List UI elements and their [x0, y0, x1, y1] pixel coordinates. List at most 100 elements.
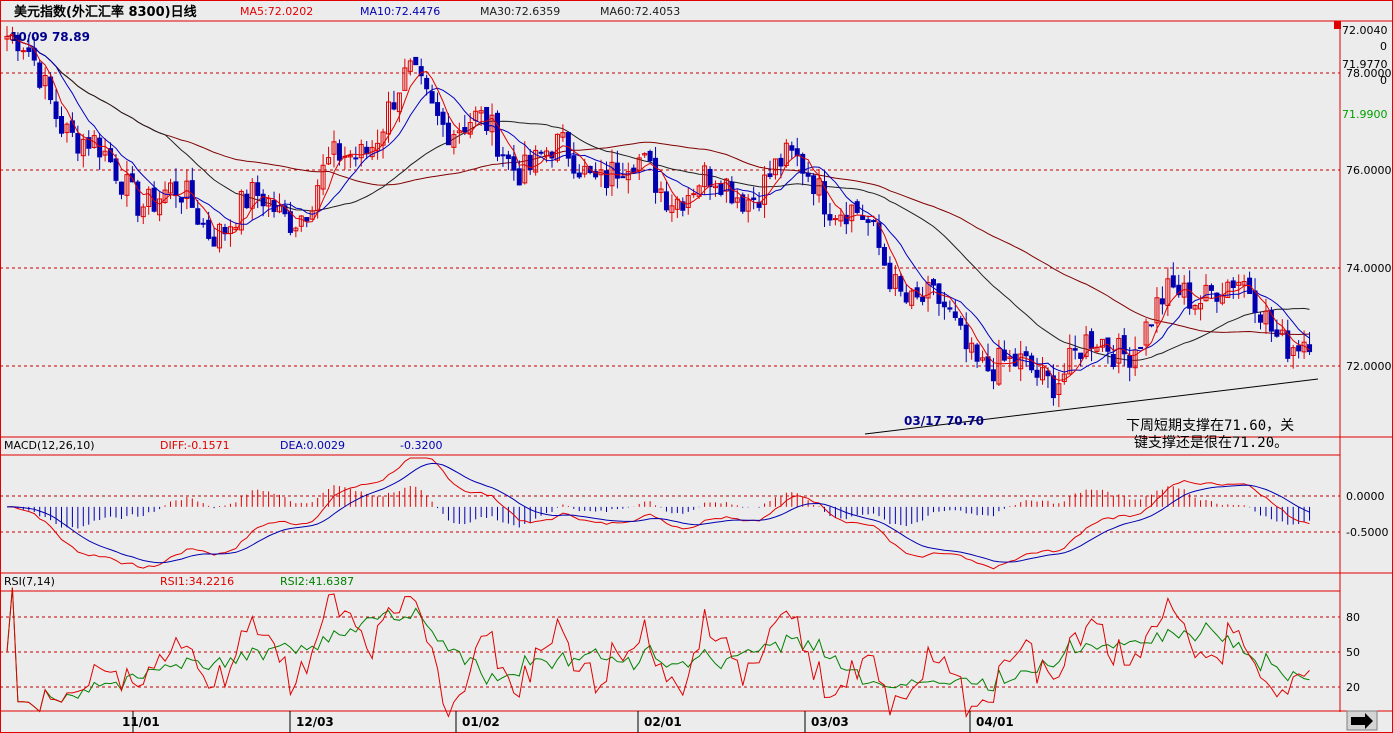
annotation-line-1: 下周短期支撑在71.60，关	[1126, 418, 1294, 434]
candle-down	[59, 115, 64, 134]
candle-down	[118, 181, 124, 195]
candle-down	[898, 276, 904, 292]
macd-value: -0.3200	[400, 439, 442, 452]
candle-down	[620, 176, 626, 179]
top-label-5: 71.9900	[1342, 108, 1388, 121]
candle-down	[647, 150, 653, 162]
candle-down	[200, 222, 206, 225]
candle-down	[767, 173, 773, 177]
candle-down	[1023, 351, 1029, 357]
candle-down	[1274, 329, 1280, 337]
candle-down	[413, 56, 419, 66]
candle-down	[538, 151, 544, 154]
candle-down	[462, 127, 468, 133]
candle-down	[97, 137, 103, 158]
candle-down	[1110, 353, 1116, 367]
candle-down	[1050, 375, 1056, 399]
candle-down	[990, 369, 996, 382]
candle-down	[511, 156, 517, 171]
candle-down	[1089, 331, 1095, 349]
x-label-1203: 12/03	[296, 715, 334, 729]
candle-down	[653, 157, 659, 193]
candle-down	[206, 219, 212, 239]
candle-down	[1258, 314, 1263, 323]
candle-down	[211, 236, 217, 247]
candle-down	[887, 262, 893, 290]
scroll-right-button[interactable]	[1346, 710, 1378, 731]
candle-down	[941, 301, 947, 308]
candle-down	[663, 191, 669, 211]
candle-down	[271, 199, 277, 212]
top-label-3: 71.9770	[1342, 58, 1388, 71]
candle-down	[505, 154, 511, 160]
candle-down	[974, 344, 980, 362]
candle-down	[500, 154, 506, 157]
candle-down	[445, 122, 451, 146]
candle-down	[195, 208, 201, 225]
candle-down	[985, 356, 991, 372]
candle-down	[1230, 280, 1236, 289]
ma10-label: MA10:72.4476	[360, 5, 440, 18]
candle-down	[707, 168, 713, 188]
high-label: 10/09 78.89	[10, 30, 90, 44]
macd-tick-neg05: -0.5000	[1346, 526, 1388, 539]
candle-down	[571, 155, 577, 174]
macd-tick-0: 0.0000	[1346, 490, 1385, 503]
candle-down	[1078, 352, 1084, 359]
candle-down	[287, 211, 293, 233]
top-label-4: 0	[1380, 74, 1387, 87]
candle-down	[604, 170, 609, 189]
macd-dea: DEA:0.0029	[280, 439, 345, 452]
chart-canvas: 美元指数(外汇汇率 8300)日线 MA5:72.0202 MA10:72.44…	[0, 0, 1393, 733]
rsi1-label: RSI1:34.2216	[160, 575, 234, 588]
candle-down	[952, 311, 958, 318]
candle-down	[729, 181, 735, 204]
candle-down	[26, 47, 32, 53]
ma60-label: MA60:72.4053	[600, 5, 680, 18]
y-tick-72: 72.0000	[1346, 360, 1392, 373]
candle-down	[336, 143, 342, 161]
candle-down	[391, 102, 397, 110]
candle-down	[424, 77, 430, 90]
candle-down	[178, 197, 184, 203]
y-tick-74: 74.0000	[1346, 262, 1392, 275]
candle-down	[1296, 345, 1302, 352]
candle-down	[1252, 290, 1258, 313]
macd-diff: DIFF:-0.1571	[160, 439, 230, 452]
rsi-tick-80: 80	[1346, 611, 1360, 624]
candle-down	[304, 217, 310, 222]
x-label-1101: 11/01	[122, 715, 160, 729]
candle-down	[1149, 324, 1154, 327]
candle-down	[75, 132, 81, 154]
rsi-tick-20: 20	[1346, 681, 1360, 694]
x-label-0401: 04/01	[976, 715, 1014, 729]
candle-down	[435, 102, 441, 116]
candle-down	[963, 324, 969, 350]
candle-down	[1138, 346, 1144, 349]
candle-down	[53, 101, 59, 120]
candle-down	[920, 296, 926, 302]
chart-title: 美元指数(外汇汇率 8300)日线	[14, 4, 197, 20]
candle-down	[1170, 275, 1176, 288]
annotation-line-2: 键支撑还是很在71.20。	[1134, 435, 1288, 451]
candle-down	[881, 247, 887, 266]
marker-red-square	[1334, 21, 1341, 29]
candle-up	[20, 50, 26, 53]
x-label-0201: 02/01	[644, 715, 682, 729]
candle-down	[173, 181, 179, 197]
candle-down	[789, 145, 795, 151]
ma5-label: MA5:72.0202	[240, 5, 313, 18]
low-label: 03/17 70.70	[904, 414, 984, 428]
candle-down	[805, 172, 811, 177]
candle-down	[751, 197, 757, 201]
candle-down	[811, 175, 817, 195]
x-label-0102: 01/02	[462, 715, 500, 729]
candle-down	[1127, 355, 1133, 368]
rsi-title: RSI(7,14)	[4, 575, 55, 588]
candle-down	[1012, 353, 1018, 367]
candle-down	[495, 112, 500, 157]
candle-down	[860, 215, 866, 220]
macd-title: MACD(12,26,10)	[4, 439, 95, 452]
candle-down	[931, 279, 936, 286]
candle-down	[484, 106, 490, 131]
